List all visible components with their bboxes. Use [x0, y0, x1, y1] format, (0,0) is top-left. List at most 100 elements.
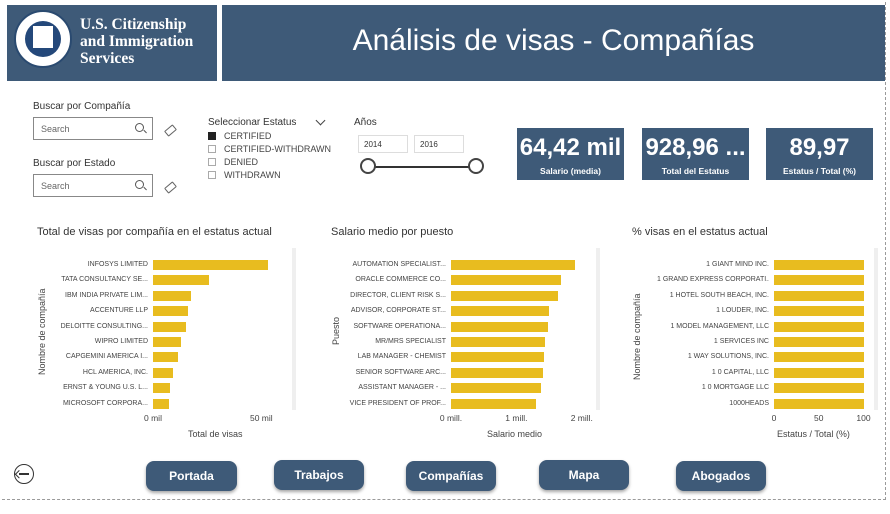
year-to-input[interactable]: 2016 — [414, 135, 464, 153]
x-tick-label: 0 — [771, 413, 777, 423]
status-checkbox[interactable] — [208, 171, 216, 179]
bar-category-label: MR/MRS SPECIALIST — [375, 338, 446, 345]
chart-title: % visas en el estatus actual — [632, 226, 768, 238]
bar[interactable] — [451, 352, 544, 363]
bar-category-label: 1000HEADS — [729, 399, 769, 407]
year-slider-end-handle[interactable] — [468, 158, 484, 174]
status-checkbox[interactable] — [208, 145, 216, 153]
y-axis-title: Nombre de compañía — [37, 288, 47, 375]
bar-category-label: 1 0 CAPITAL, LLC — [711, 368, 769, 376]
bar[interactable] — [153, 337, 182, 347]
bar-category-label: 1 GIANT MIND INC. — [706, 261, 769, 268]
year-slider-track[interactable] — [368, 166, 476, 168]
bar-category-label: ACCENTURE LLP — [90, 307, 148, 315]
bar-category-label: IBM INDIA PRIVATE LIM... — [65, 291, 148, 299]
arrow-left-icon — [19, 473, 29, 475]
kpi-caption: Total del Estatus — [661, 166, 730, 176]
bar-category-label: 1 0 MORTGAGE LLC — [701, 384, 769, 392]
bar[interactable] — [774, 383, 864, 394]
bar[interactable] — [153, 306, 188, 317]
year-from-input[interactable]: 2014 — [358, 135, 408, 153]
chart-scrollbar[interactable] — [596, 248, 600, 410]
bar[interactable] — [153, 352, 178, 363]
bar-category-label: SOFTWARE OPERATIONA... — [353, 322, 446, 330]
bar[interactable] — [451, 367, 543, 378]
bar-category-label: LAB MANAGER - CHEMIST — [357, 353, 446, 361]
bar-category-label: INFOSYS LIMITED — [87, 261, 148, 268]
status-checkbox[interactable] — [208, 132, 216, 140]
kpi-card-status-percent: 89,97 Estatus / Total (%) — [766, 128, 873, 180]
back-button[interactable] — [14, 464, 34, 484]
x-tick-label: 50 mil — [249, 413, 273, 423]
bar[interactable] — [451, 306, 550, 317]
bar-category-label: DIRECTOR, CLIENT RISK S... — [350, 291, 446, 299]
kpi-caption: Estatus / Total (%) — [782, 166, 857, 176]
bar-category-label: AUTOMATION SPECIALIST... — [352, 261, 446, 268]
bar[interactable] — [451, 383, 541, 394]
bar-category-label: 1 SERVICES INC — [713, 338, 769, 345]
bar[interactable] — [774, 352, 864, 363]
nav-button-portada[interactable]: Portada — [146, 461, 237, 491]
x-axis-title: Total de visas — [188, 429, 243, 439]
bar[interactable] — [451, 398, 537, 409]
kpi-card-salary: 64,42 mil Salario (media) — [517, 128, 624, 180]
bar[interactable] — [451, 321, 549, 332]
state-search-input[interactable]: Search — [33, 174, 153, 197]
bar[interactable] — [153, 383, 171, 394]
bar[interactable] — [774, 306, 864, 317]
bar[interactable] — [153, 290, 191, 301]
company-search-input[interactable]: Search — [33, 117, 153, 140]
nav-button-companias[interactable]: Compañías — [406, 461, 496, 491]
page-title: Análisis de visas - Compañías — [352, 24, 755, 57]
bar-category-label: ADVISOR, CORPORATE ST... — [350, 307, 446, 315]
status-option-label[interactable]: CERTIFIED-WITHDRAWN — [224, 144, 331, 154]
x-tick-label: 1 mill. — [505, 413, 528, 423]
bar[interactable] — [774, 260, 864, 270]
years-label: Años — [354, 117, 377, 128]
year-slider-start-handle[interactable] — [360, 158, 376, 174]
nav-button-abogados[interactable]: Abogados — [676, 461, 766, 491]
status-option-label[interactable]: WITHDRAWN — [224, 170, 281, 180]
status-checkbox[interactable] — [208, 158, 216, 166]
state-search-placeholder: Search — [41, 181, 70, 191]
bar-category-label: 1 HOTEL SOUTH BEACH, INC. — [669, 291, 769, 299]
kpi-caption: Salario (media) — [540, 166, 601, 176]
bar-category-label: CAPGEMINI AMERICA I... — [65, 353, 148, 361]
bar[interactable] — [774, 275, 864, 286]
bar[interactable] — [774, 321, 864, 332]
kpi-card-status-total: 928,96 ... Total del Estatus — [642, 128, 749, 180]
bar[interactable] — [153, 367, 173, 378]
bar-category-label: 1 GRAND EXPRESS CORPORATI... — [657, 276, 769, 284]
bar[interactable] — [774, 290, 864, 301]
bar-category-label: TATA CONSULTANCY SE... — [61, 276, 148, 284]
bar[interactable] — [451, 337, 545, 347]
bar[interactable] — [774, 398, 864, 409]
bar-category-label: WIPRO LIMITED — [94, 338, 148, 345]
bar-category-label: 1 LOUDER, INC. — [716, 307, 769, 315]
bar[interactable] — [451, 275, 561, 286]
bar-category-label: ERNST & YOUNG U.S. L... — [63, 384, 148, 392]
kpi-value: 64,42 mil — [519, 134, 622, 161]
status-slicer-label: Seleccionar Estatus — [208, 117, 297, 128]
chart-scrollbar[interactable] — [292, 248, 296, 410]
agency-name-line: Services — [80, 50, 135, 67]
bar[interactable] — [153, 275, 210, 286]
x-tick-label: 50 — [814, 413, 824, 423]
company-search-placeholder: Search — [41, 124, 70, 134]
status-option-label[interactable]: DENIED — [224, 157, 258, 167]
bar[interactable] — [774, 337, 864, 347]
bar[interactable] — [774, 367, 864, 378]
bar-category-label: 1 MODEL MANAGEMENT, LLC — [670, 322, 769, 330]
bar[interactable] — [153, 398, 170, 409]
bar[interactable] — [153, 260, 268, 270]
status-option-label[interactable]: CERTIFIED — [224, 131, 271, 141]
search-icon — [135, 123, 144, 132]
nav-button-mapa[interactable]: Mapa — [539, 460, 629, 490]
nav-button-trabajos[interactable]: Trabajos — [274, 460, 364, 490]
bar[interactable] — [451, 290, 559, 301]
dhs-seal-icon — [14, 10, 72, 68]
x-axis-title: Salario medio — [487, 429, 543, 439]
bar[interactable] — [451, 260, 576, 270]
bar[interactable] — [153, 321, 186, 332]
chart-scrollbar[interactable] — [874, 248, 878, 410]
